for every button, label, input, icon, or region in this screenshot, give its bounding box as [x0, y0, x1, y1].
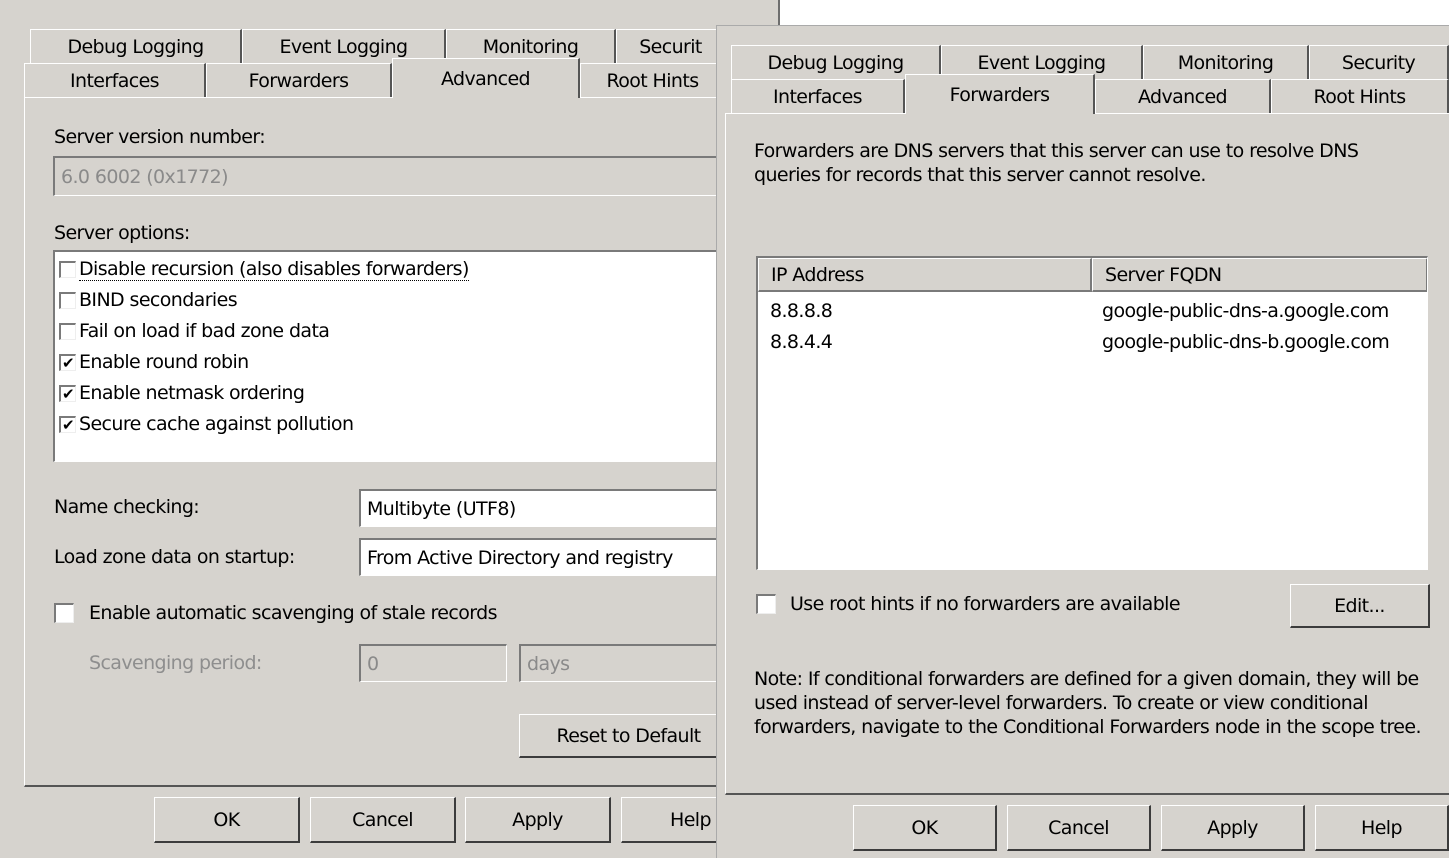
scavenging-label[interactable]: Enable automatic scavenging of stale rec… — [89, 602, 497, 624]
table-row-ip[interactable]: 8.8.8.8 — [770, 300, 833, 322]
tab-debug-logging[interactable]: Debug Logging — [30, 29, 242, 63]
option-secure-cache[interactable]: ✔ Secure cache against pollution — [59, 409, 354, 439]
name-checking-select[interactable]: Multibyte (UTF8) — [359, 489, 743, 527]
root-hints-label[interactable]: Use root hints if no forwarders are avai… — [790, 593, 1181, 615]
root-hints-checkbox[interactable] — [756, 594, 776, 614]
server-version-label: Server version number: — [54, 126, 266, 148]
name-checking-label: Name checking: — [54, 496, 200, 518]
checkbox[interactable] — [59, 322, 76, 340]
checkbox[interactable] — [59, 260, 76, 278]
forwarders-description-line-2: queries for records that this server can… — [754, 164, 1206, 186]
scavenging-period-label: Scavenging period: — [89, 652, 262, 674]
server-options-label: Server options: — [54, 222, 190, 244]
table-row-ip[interactable]: 8.8.4.4 — [770, 331, 833, 353]
cancel-button[interactable]: Cancel — [310, 797, 456, 843]
column-header-server-fqdn[interactable]: Server FQDN — [1092, 258, 1427, 292]
help-button[interactable]: Help — [1315, 805, 1449, 851]
apply-button[interactable]: Apply — [1161, 805, 1305, 851]
tab-advanced[interactable]: Advanced — [1095, 79, 1271, 113]
tab-security[interactable]: Security — [1309, 45, 1449, 79]
apply-button[interactable]: Apply — [465, 797, 611, 843]
scavenging-period-input: 0 — [359, 644, 507, 682]
note-line-2: used instead of server-level forwarders.… — [754, 692, 1369, 714]
edit-button[interactable]: Edit... — [1290, 584, 1430, 628]
tab-interfaces[interactable]: Interfaces — [24, 63, 206, 97]
tab-forwarders[interactable]: Forwarders — [905, 74, 1095, 114]
reset-to-default-button[interactable]: Reset to Default — [519, 714, 739, 758]
forwarders-properties-dialog: Debug Logging Event Logging Monitoring S… — [716, 25, 1449, 858]
table-row-fqdn[interactable]: google-public-dns-b.google.com — [1102, 331, 1390, 353]
checkbox[interactable]: ✔ — [59, 353, 76, 371]
checkbox[interactable]: ✔ — [59, 415, 76, 433]
ok-button[interactable]: OK — [853, 805, 997, 851]
tab-monitoring[interactable]: Monitoring — [1143, 45, 1309, 79]
scavenging-unit-select: days — [519, 644, 743, 682]
table-row-fqdn[interactable]: google-public-dns-a.google.com — [1102, 300, 1389, 322]
option-fail-on-load[interactable]: Fail on load if bad zone data — [59, 316, 330, 346]
load-zone-label: Load zone data on startup: — [54, 546, 295, 568]
forwarders-tab-panel: Forwarders are DNS servers that this ser… — [725, 113, 1449, 795]
tab-security[interactable]: Securit — [616, 29, 726, 63]
server-options-list[interactable]: Disable recursion (also disables forward… — [53, 250, 753, 462]
load-zone-select[interactable]: From Active Directory and registry — [359, 538, 743, 576]
note-line-1: Note: If conditional forwarders are defi… — [754, 668, 1419, 690]
ok-button[interactable]: OK — [154, 797, 300, 843]
tab-advanced[interactable]: Advanced — [392, 58, 580, 98]
checkbox[interactable]: ✔ — [59, 384, 76, 402]
advanced-properties-dialog: Debug Logging Event Logging Monitoring S… — [0, 0, 780, 858]
option-enable-round-robin[interactable]: ✔ Enable round robin — [59, 347, 249, 377]
tab-interfaces[interactable]: Interfaces — [731, 79, 905, 113]
tab-root-hints[interactable]: Root Hints — [580, 63, 726, 97]
server-version-field: 6.0 6002 (0x1772) — [53, 156, 753, 196]
checkbox[interactable] — [59, 291, 76, 309]
note-line-3: forwarders, navigate to the Conditional … — [754, 716, 1421, 738]
option-enable-netmask-ordering[interactable]: ✔ Enable netmask ordering — [59, 378, 305, 408]
tab-forwarders[interactable]: Forwarders — [206, 63, 392, 97]
option-disable-recursion[interactable]: Disable recursion (also disables forward… — [59, 254, 469, 284]
option-bind-secondaries[interactable]: BIND secondaries — [59, 285, 238, 315]
forwarders-description-line-1: Forwarders are DNS servers that this ser… — [754, 140, 1359, 162]
advanced-tab-panel: Server version number: 6.0 6002 (0x1772)… — [24, 97, 753, 787]
cancel-button[interactable]: Cancel — [1007, 805, 1151, 851]
tab-root-hints[interactable]: Root Hints — [1271, 79, 1449, 113]
forwarders-table[interactable]: IP Address Server FQDN 8.8.8.8 google-pu… — [756, 256, 1428, 570]
column-header-ip-address[interactable]: IP Address — [758, 258, 1092, 292]
scavenging-checkbox[interactable] — [54, 603, 74, 623]
